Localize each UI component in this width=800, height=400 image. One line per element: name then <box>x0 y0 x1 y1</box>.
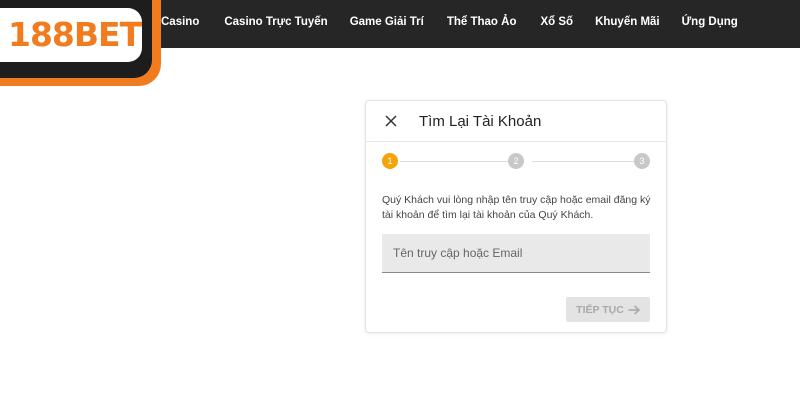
step-2-indicator: 2 <box>508 153 524 169</box>
nav-item-games[interactable]: Game Giải Trí <box>350 16 424 28</box>
continue-button-label: TIẾP TỤC <box>576 303 624 316</box>
nav-item-lottery[interactable]: Xổ Số <box>540 16 573 28</box>
username-email-field <box>382 234 650 273</box>
logo-text: 188BET <box>8 15 142 54</box>
nav-item-live-casino[interactable]: Casino Trực Tuyến <box>224 16 327 28</box>
username-email-input[interactable] <box>382 234 650 272</box>
dialog-header: Tìm Lại Tài Khoản <box>366 101 666 142</box>
step-connector <box>532 161 646 162</box>
brand-logo[interactable]: 188BET <box>0 0 161 86</box>
logo-background: 188BET <box>0 0 152 78</box>
main-nav: Casino Casino Trực Tuyến Game Giải Trí T… <box>161 0 738 44</box>
arrow-right-icon <box>628 304 640 315</box>
nav-item-app[interactable]: Ứng Dụng <box>682 16 738 28</box>
close-icon[interactable] <box>382 112 400 130</box>
step-1-indicator: 1 <box>382 153 398 169</box>
nav-item-virtual-sports[interactable]: Thể Thao Ảo <box>447 16 517 28</box>
continue-button[interactable]: TIẾP TỤC <box>566 297 650 322</box>
dialog-title: Tìm Lại Tài Khoản <box>419 113 542 130</box>
nav-item-promotions[interactable]: Khuyến Mãi <box>595 16 660 28</box>
instruction-text: Quý Khách vui lòng nhập tên truy cập hoặ… <box>382 194 651 221</box>
account-recovery-dialog: Tìm Lại Tài Khoản 1 2 3 Quý Khách vui lò… <box>365 100 667 333</box>
step-connector <box>400 161 514 162</box>
nav-item-casino[interactable]: Casino <box>161 16 199 28</box>
step-3-indicator: 3 <box>634 153 650 169</box>
progress-stepper: 1 2 3 <box>382 153 650 169</box>
